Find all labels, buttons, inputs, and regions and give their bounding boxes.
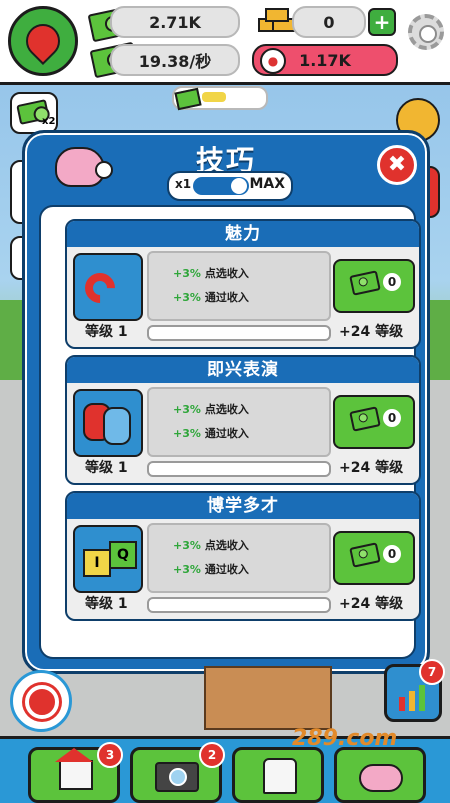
nav-skills-button[interactable] — [334, 747, 426, 803]
skill-name: 即兴表演 — [67, 357, 419, 383]
skill-card-improv: 即兴表演 +3% 点选收入 +3% 通过收入 0 等级 1 +24 等级 — [65, 355, 421, 485]
upgrade-button[interactable]: 0 — [333, 395, 415, 449]
map-button[interactable] — [8, 6, 78, 76]
top-bar: 2.71K 0 + 19.38/秒 ● 1.17K — [0, 0, 450, 85]
skills-list[interactable]: 魅力 +3% 点选收入 +3% 通过收入 0 等级 1 +24 等级 即兴表演 … — [39, 205, 421, 659]
money-icon — [349, 270, 381, 296]
gold-display: 0 — [292, 6, 366, 38]
bonus-line-click: +3% 点选收入 — [173, 267, 249, 280]
map-pin-icon — [18, 16, 68, 66]
progress-money-icon — [174, 87, 202, 111]
skill-bonus-panel: +3% 点选收入 +3% 通过收入 — [147, 251, 331, 321]
target-button[interactable] — [10, 670, 72, 732]
level-progress-bar — [147, 461, 331, 477]
fans-person-icon: ● — [260, 48, 286, 74]
add-gold-button[interactable]: + — [368, 8, 396, 36]
camera-badge: 2 — [199, 742, 225, 768]
side-ad-button[interactable]: x2 — [10, 92, 58, 134]
toggle-x1-label: x1 — [175, 177, 192, 191]
skill-bonus-panel: +3% 点选收入 +3% 通过收入 — [147, 523, 331, 593]
brain-icon — [359, 764, 403, 792]
magnet-icon — [73, 253, 143, 321]
level-progress-bar — [147, 325, 331, 341]
level-label: 等级 1 — [85, 460, 128, 476]
toggle-max-label: MAX — [249, 176, 285, 192]
money-icon — [349, 406, 381, 432]
stats-badge: 7 — [419, 659, 445, 685]
home-badge: 3 — [97, 742, 123, 768]
house-icon — [55, 748, 93, 790]
bonus-line-click: +3% 点选收入 — [173, 403, 249, 416]
level-progress-bar — [147, 597, 331, 613]
fans-value: 1.17K — [299, 50, 351, 70]
next-level-label: +24 等级 — [339, 460, 404, 476]
plus-label: + — [373, 10, 391, 34]
bonus-line-pass: +3% 通过收入 — [173, 291, 249, 304]
camera-icon — [155, 762, 199, 792]
stats-chart-button[interactable]: 7 — [384, 659, 445, 722]
close-icon: ✖ — [387, 152, 407, 177]
nav-home-button[interactable]: 3 — [28, 742, 123, 803]
upgrade-cost: 0 — [383, 273, 401, 291]
progress-fill — [202, 92, 226, 102]
skill-name: 魅力 — [67, 221, 419, 247]
upgrade-cost: 0 — [383, 409, 401, 427]
outfit-icon — [263, 758, 297, 794]
cash-value: 2.71K — [149, 12, 201, 32]
skill-name: 博学多才 — [67, 493, 419, 519]
upgrade-button[interactable]: 0 — [333, 531, 415, 585]
top-progress-bar — [172, 86, 268, 111]
chart-icon — [399, 685, 425, 711]
nav-outfit-button[interactable] — [232, 747, 324, 803]
gold-value: 0 — [323, 12, 335, 32]
toggle-knob — [231, 178, 247, 194]
skill-card-erudite: 博学多才 I Q +3% 点选收入 +3% 通过收入 0 等级 1 +24 等级 — [65, 491, 421, 621]
nav-camera-button[interactable]: 2 — [130, 742, 225, 803]
fans-display: ● 1.17K — [252, 44, 398, 76]
gold-bars-icon — [254, 6, 296, 32]
next-level-label: +24 等级 — [339, 596, 404, 612]
toggle-track — [193, 177, 249, 195]
level-label: 等级 1 — [85, 324, 128, 340]
cash-display: 2.71K — [110, 6, 240, 38]
next-level-label: +24 等级 — [339, 324, 404, 340]
close-button[interactable]: ✖ — [377, 145, 417, 185]
upgrade-button[interactable]: 0 — [333, 259, 415, 313]
skill-card-charm: 魅力 +3% 点选收入 +3% 通过收入 0 等级 1 +24 等级 — [65, 219, 421, 349]
iq-blocks-icon: I Q — [73, 525, 143, 593]
upgrade-cost: 0 — [383, 545, 401, 563]
income-rate-display: 19.38/秒 — [110, 44, 240, 76]
skill-bonus-panel: +3% 点选收入 +3% 通过收入 — [147, 387, 331, 457]
cardboard-box — [204, 666, 332, 730]
money-icon — [349, 542, 381, 568]
bonus-line-click: +3% 点选收入 — [173, 539, 249, 552]
bonus-line-pass: +3% 通过收入 — [173, 563, 249, 576]
watermark-text: 289.com — [292, 726, 398, 751]
income-rate-value: 19.38/秒 — [138, 52, 212, 71]
level-label: 等级 1 — [85, 596, 128, 612]
theater-masks-icon — [73, 389, 143, 457]
bonus-line-pass: +3% 通过收入 — [173, 427, 249, 440]
skills-modal: 技巧 ✖ x1 MAX 魅力 +3% 点选收入 +3% 通过收入 0 等级 1 … — [22, 130, 430, 674]
side-multiplier-label: x2 — [42, 116, 56, 127]
settings-gear-icon[interactable] — [408, 14, 444, 50]
multiplier-toggle[interactable]: x1 MAX — [167, 171, 293, 201]
